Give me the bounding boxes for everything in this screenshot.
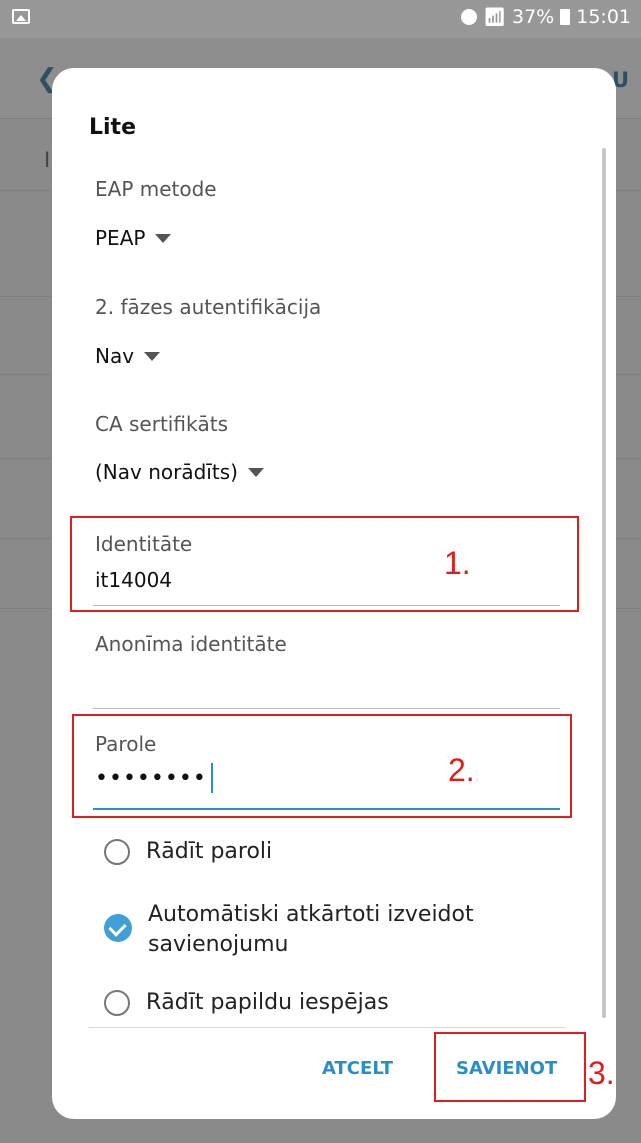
annotation-box-1: [70, 516, 579, 612]
alarm-icon: [461, 9, 478, 25]
anon-identity-label: Anonīma identitāte: [95, 632, 287, 656]
battery-icon: [560, 9, 571, 25]
show-advanced-option[interactable]: Rādīt papildu iespējas: [104, 988, 389, 1018]
show-password-checkbox[interactable]: [104, 839, 130, 865]
auto-reconnect-label: Automātiski atkārtoti izveidot savienoju…: [148, 902, 474, 957]
annotation-box-2: [72, 714, 572, 818]
ca-certificate-label: CA sertifikāts: [95, 412, 229, 436]
footer-divider: [89, 1027, 565, 1028]
battery-percent: 37%: [512, 6, 555, 28]
auto-reconnect-checkbox[interactable]: [104, 914, 132, 942]
dropdown-arrow-icon: [247, 467, 264, 477]
anon-identity-input[interactable]: [95, 668, 562, 698]
show-advanced-checkbox[interactable]: [104, 990, 130, 1016]
dropdown-arrow-icon: [144, 351, 161, 361]
eap-method-label: EAP metode: [95, 177, 217, 201]
wifi-icon: 📶︎: [483, 6, 506, 28]
phase2-dropdown[interactable]: Nav: [95, 344, 161, 368]
cancel-button[interactable]: ATCELT: [322, 1058, 393, 1079]
annotation-number-2: 2.: [448, 752, 475, 788]
dropdown-arrow-icon: [155, 233, 172, 243]
show-advanced-label: Rādīt papildu iespējas: [146, 990, 389, 1015]
ca-certificate-dropdown[interactable]: (Nav norādīts): [95, 460, 264, 484]
auto-reconnect-option[interactable]: Automātiski atkārtoti izveidot savienoju…: [104, 900, 524, 960]
annotation-number-1: 1.: [444, 545, 471, 581]
background-row-text: I: [44, 148, 51, 172]
phase2-value: Nav: [95, 344, 135, 368]
eap-method-dropdown[interactable]: PEAP: [95, 226, 172, 250]
show-password-label: Rādīt paroli: [146, 839, 273, 864]
annotation-number-3: 3.: [588, 1055, 615, 1091]
status-bar: 📶︎ 37% 15:01: [0, 0, 641, 38]
dialog-title: Lite: [89, 115, 136, 140]
gallery-icon: [12, 9, 30, 24]
phase2-label: 2. fāzes autentifikācija: [95, 295, 322, 319]
annotation-box-3: [434, 1032, 586, 1102]
status-right: 📶︎ 37% 15:01: [461, 6, 631, 28]
show-password-option[interactable]: Rādīt paroli: [104, 837, 272, 867]
anon-identity-underline: [93, 708, 560, 709]
scrollbar[interactable]: [602, 148, 606, 1018]
eap-method-value: PEAP: [95, 226, 146, 250]
ca-certificate-value: (Nav norādīts): [95, 460, 238, 484]
clock: 15:01: [576, 6, 631, 28]
